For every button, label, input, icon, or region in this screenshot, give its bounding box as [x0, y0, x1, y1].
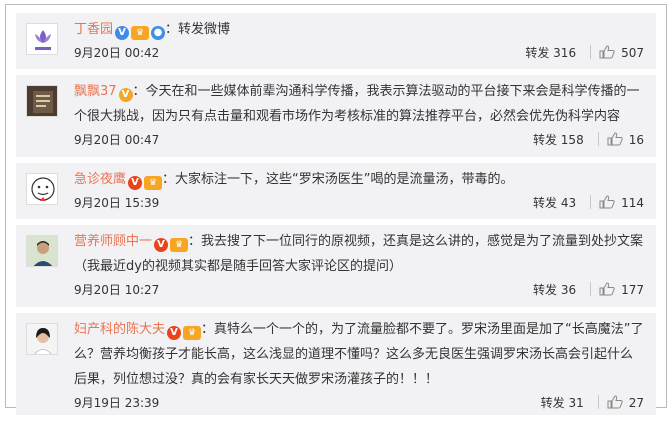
- verified-red-icon: V: [167, 326, 182, 340]
- avatar[interactable]: [26, 173, 58, 205]
- thumbs-up-icon[interactable]: [607, 132, 623, 146]
- comment-list: 丁香园 V ♛ ● ：转发微博 9月20日 00:42 转发 316 507 飘…: [16, 13, 656, 421]
- comment-text: ：大家标注一下，这些“罗宋汤医生”喝的是流量汤，带毒的。: [162, 172, 514, 187]
- author-name[interactable]: 妇产科的陈大夫: [74, 322, 165, 337]
- lily-logo-icon: [35, 30, 51, 50]
- forward-button[interactable]: 转发 316: [525, 42, 576, 64]
- verified-blue-icon: V: [115, 26, 130, 40]
- comment-item: 妇产科的陈大夫 V ♛ ：真特么一个一个的，为了流量脸都不要了。罗宋汤里面是加了“长高…: [16, 313, 656, 415]
- vip-badge-icon: ♛: [131, 26, 150, 40]
- avatar[interactable]: [26, 23, 58, 55]
- thumbs-up-icon[interactable]: [599, 195, 615, 209]
- book-photo-icon: [27, 86, 57, 116]
- timestamp: 9月20日 00:47: [74, 133, 160, 147]
- timestamp: 9月20日 10:27: [74, 283, 160, 297]
- cartoon-doctor-icon: [31, 177, 55, 201]
- verified-red-icon: V: [128, 176, 143, 190]
- like-count: 27: [628, 396, 644, 410]
- thumbs-up-icon[interactable]: [607, 395, 623, 409]
- author-name[interactable]: 急诊夜鹰: [74, 172, 126, 187]
- forward-button[interactable]: 转发 31: [541, 392, 584, 414]
- author-name[interactable]: 营养师顾中一: [74, 234, 152, 249]
- avatar[interactable]: [26, 85, 58, 117]
- comment-text: ：今天在和一些媒体前辈沟通科学传播，我表示算法驱动的平台接下来会是科学传播的一个…: [74, 84, 640, 124]
- timestamp: 9月19日 23:39: [74, 396, 160, 410]
- like-count: 16: [628, 133, 644, 147]
- avatar[interactable]: [26, 235, 58, 267]
- thumbs-up-icon[interactable]: [599, 282, 615, 296]
- like-count: 507: [621, 46, 644, 60]
- vip-badge-icon: ♛: [170, 238, 189, 252]
- vip-badge-icon: ♛: [183, 326, 202, 340]
- timestamp: 9月20日 15:39: [74, 196, 160, 210]
- timestamp: 9月20日 00:42: [74, 46, 160, 60]
- verified-gold-icon: V: [118, 88, 133, 102]
- forward-button[interactable]: 转发 36: [533, 279, 576, 301]
- like-count: 114: [621, 196, 644, 210]
- author-name[interactable]: 飘飘37: [74, 84, 117, 99]
- divider: [590, 282, 592, 296]
- divider: [590, 195, 592, 209]
- divider: [597, 395, 599, 409]
- comment-panel: 丁香园 V ♛ ● ：转发微博 9月20日 00:42 转发 316 507 飘…: [5, 4, 667, 415]
- divider: [597, 132, 599, 146]
- forward-button[interactable]: 转发 158: [533, 129, 584, 151]
- like-count: 177: [621, 283, 644, 297]
- comment-item: 急诊夜鹰 V ♛ ：大家标注一下，这些“罗宋汤医生”喝的是流量汤，带毒的。 9月20日…: [16, 163, 656, 219]
- avatar[interactable]: [26, 323, 58, 355]
- comment-item: 营养师顾中一 V ♛ ：我去搜了下一位同行的原视频，还真是这么讲的，感觉是为了流量到处…: [16, 225, 656, 307]
- verified-red-icon: V: [154, 238, 169, 252]
- comment-item: 飘飘37 V ：今天在和一些媒体前辈沟通科学传播，我表示算法驱动的平台接下来会是科学…: [16, 75, 656, 157]
- portrait-woman-icon: [27, 324, 57, 354]
- forward-button[interactable]: 转发 43: [533, 192, 576, 214]
- portrait-man-icon: [27, 236, 57, 266]
- vip-badge-icon: ♛: [144, 176, 163, 190]
- divider: [590, 45, 592, 59]
- author-name[interactable]: 丁香园: [74, 22, 113, 37]
- comment-item: 丁香园 V ♛ ● ：转发微博 9月20日 00:42 转发 316 507: [16, 13, 656, 69]
- thumbs-up-icon[interactable]: [599, 45, 615, 59]
- emoji-icon: ●: [151, 26, 166, 40]
- comment-text: ：转发微博: [165, 22, 231, 37]
